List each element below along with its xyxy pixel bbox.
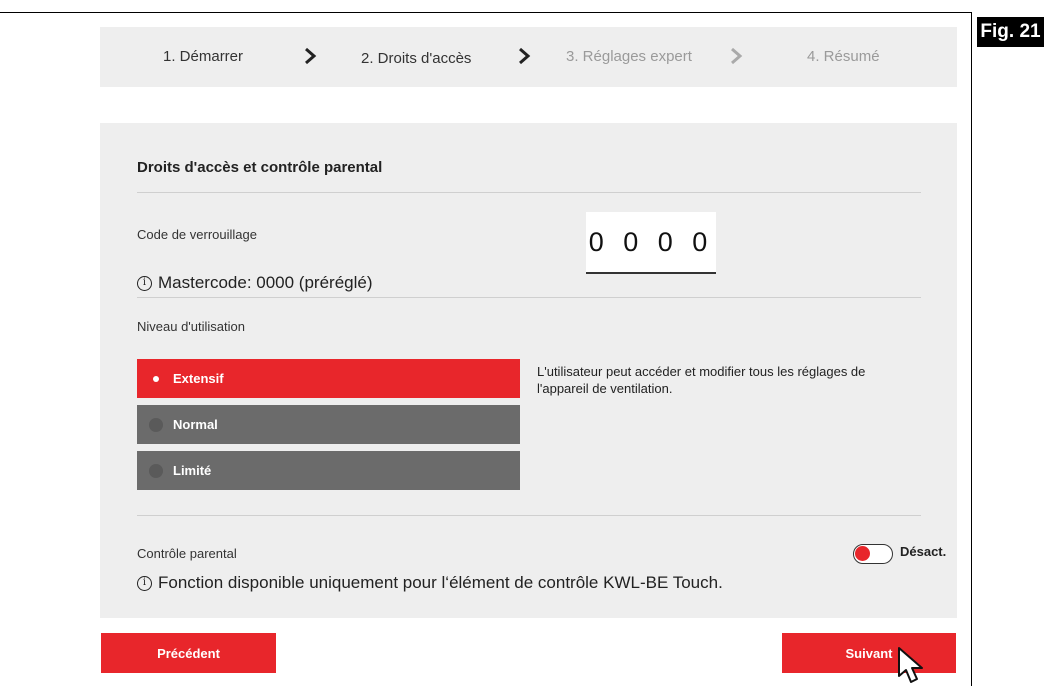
parental-control-note: i Fonction disponible uniquement pour l‘… (137, 573, 723, 593)
divider (137, 515, 921, 516)
parental-control-note-text: Fonction disponible uniquement pour l‘él… (158, 573, 723, 592)
step-summary: 4. Résumé (807, 48, 880, 65)
usage-level-label: Niveau d'utilisation (137, 319, 245, 334)
step-start[interactable]: 1. Démarrer (163, 48, 243, 65)
frame-right-border (971, 12, 972, 686)
previous-button[interactable]: Précédent (101, 633, 276, 673)
usage-level-extensive[interactable]: Extensif (137, 359, 520, 398)
mastercode-note: i Mastercode: 0000 (préréglé) (137, 273, 373, 293)
frame-top-border (0, 12, 972, 13)
parental-control-toggle[interactable] (853, 544, 893, 564)
figure-label: Fig. 21 (977, 17, 1044, 47)
option-label: Limité (173, 463, 212, 478)
radio-unselected-icon (149, 417, 163, 432)
radio-selected-icon (149, 372, 163, 386)
usage-level-limited[interactable]: Limité (137, 451, 520, 490)
usage-level-normal[interactable]: Normal (137, 405, 520, 444)
lock-code-label: Code de verrouillage (137, 227, 257, 242)
chevron-right-icon (305, 47, 317, 65)
divider (137, 297, 921, 298)
mastercode-note-text: Mastercode: 0000 (préréglé) (158, 273, 373, 292)
lock-code-input[interactable]: 0 0 0 0 (586, 212, 716, 274)
chevron-right-icon (519, 47, 531, 65)
parental-control-label: Contrôle parental (137, 546, 237, 561)
chevron-right-icon (731, 47, 743, 65)
step-expert-settings: 3. Réglages expert (566, 48, 692, 65)
toggle-knob (855, 546, 870, 561)
wizard-stepper: 1. Démarrer 2. Droits d'accès 3. Réglage… (100, 27, 957, 87)
divider (137, 192, 921, 193)
info-icon: i (137, 275, 152, 291)
mouse-pointer-icon (898, 647, 923, 683)
option-label: Normal (173, 417, 218, 432)
access-rights-panel: Droits d'accès et contrôle parental Code… (100, 123, 957, 618)
option-label: Extensif (173, 371, 224, 386)
info-icon: i (137, 575, 152, 591)
step-access-rights[interactable]: 2. Droits d'accès (361, 50, 471, 67)
parental-control-state: Désact. (900, 544, 947, 559)
section-title: Droits d'accès et contrôle parental (137, 159, 383, 176)
radio-unselected-icon (149, 463, 163, 478)
usage-level-description: L'utilisateur peut accéder et modifier t… (537, 364, 866, 396)
